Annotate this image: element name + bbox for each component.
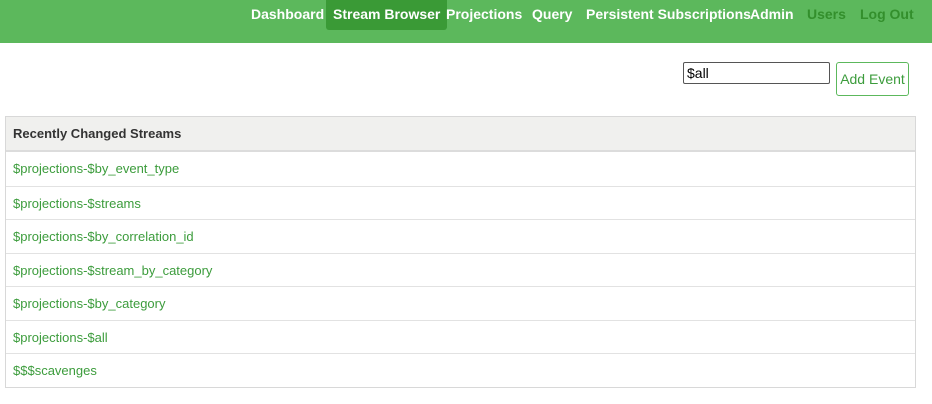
nav-users[interactable]: Users [807, 0, 846, 30]
nav-projections[interactable]: Projections [446, 0, 522, 30]
nav-dashboard[interactable]: Dashboard [251, 0, 324, 30]
stream-link[interactable]: $projections-$streams [13, 196, 141, 211]
stream-link[interactable]: $projections-$all [13, 330, 108, 345]
table-body: $projections-$by_event_type $projections… [6, 152, 915, 387]
stream-link[interactable]: $projections-$stream_by_category [13, 263, 212, 278]
stream-link[interactable]: $projections-$by_correlation_id [13, 229, 194, 244]
stream-link[interactable]: $projections-$by_event_type [13, 161, 179, 176]
table-row: $projections-$by_correlation_id [6, 219, 915, 253]
table-row: $projections-$streams [6, 185, 915, 220]
table-row: $projections-$by_event_type [6, 152, 915, 186]
nav-persistent-subscriptions[interactable]: Persistent Subscriptions [586, 0, 751, 30]
stream-link[interactable]: $$$scavenges [13, 363, 97, 378]
nav-stream-browser[interactable]: Stream Browser [326, 0, 448, 30]
nav-query[interactable]: Query [532, 0, 572, 30]
table-header: Recently Changed Streams [6, 117, 915, 152]
recently-changed-streams-table: Recently Changed Streams $projections-$b… [5, 116, 916, 388]
stream-search-input[interactable] [683, 62, 830, 84]
table-row: $projections-$by_category [6, 286, 915, 320]
table-row: $$$scavenges [6, 353, 915, 387]
nav-admin[interactable]: Admin [750, 0, 794, 30]
top-navbar: Dashboard Stream Browser Projections Que… [0, 0, 932, 43]
table-row: $projections-$all [6, 319, 915, 354]
main-nav: Dashboard Stream Browser Projections Que… [0, 0, 932, 43]
nav-log-out[interactable]: Log Out [860, 0, 914, 30]
stream-link[interactable]: $projections-$by_category [13, 296, 165, 311]
add-event-button[interactable]: Add Event [836, 62, 909, 96]
table-row: $projections-$stream_by_category [6, 252, 915, 287]
